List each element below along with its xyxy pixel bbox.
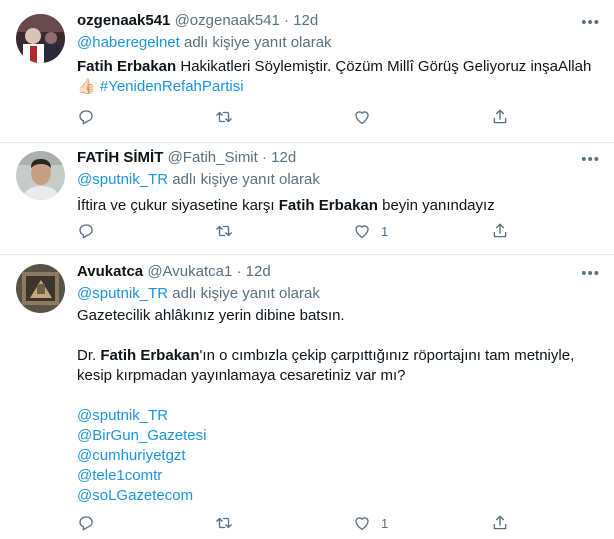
like-icon: [355, 225, 369, 239]
user-handle[interactable]: @Avukatca1: [147, 263, 232, 280]
tweet-text-line: @sputnik_TR: [77, 406, 602, 426]
retweet-icon: [216, 517, 232, 529]
hashtag-link[interactable]: #YenidenRefahPartisi: [100, 78, 244, 95]
tweet-text: Fatih Erbakan Hakikatleri Söylemiştir. Ç…: [77, 57, 602, 97]
timestamp[interactable]: 12d: [271, 149, 296, 166]
tweet-text-line: @soLGazetecom: [77, 486, 602, 506]
retweet-icon: [216, 225, 232, 237]
share-icon: [493, 223, 507, 238]
user-handle[interactable]: @Fatih_Simit: [168, 149, 258, 166]
action-bar: 1: [77, 513, 517, 533]
reply-button[interactable]: [77, 107, 95, 127]
share-button[interactable]: [491, 107, 509, 127]
like-button[interactable]: 1: [353, 221, 388, 241]
tweet[interactable]: ••• Avukatca @Avukatca1 · 12d @sputnik_T…: [0, 255, 614, 539]
like-button[interactable]: [353, 107, 381, 127]
text-span: Fatih Erbakan: [278, 197, 378, 214]
tweet-header: Avukatca @Avukatca1 · 12d: [77, 262, 602, 282]
reply-context: @sputnik_TR adlı kişiye yanıt olarak: [77, 170, 602, 190]
tweet-text-line: 👍🏻 #YenidenRefahPartisi: [77, 77, 602, 97]
tweet-text-line: @BirGun_Gazetesi: [77, 426, 602, 446]
text-span: beyin yanındayız: [377, 197, 495, 214]
display-name[interactable]: Avukatca: [77, 263, 143, 280]
share-icon: [493, 109, 507, 124]
mention-link[interactable]: @sputnik_TR: [77, 407, 168, 424]
like-button[interactable]: 1: [353, 513, 388, 533]
text-span: Gazetecilik ahlâkınız yerin dibine batsı…: [77, 307, 345, 324]
retweet-button[interactable]: [215, 107, 233, 127]
text-span: Fatih Erbakan: [77, 58, 177, 75]
text-span: 'ın o cımbızla çekip çarpıttığınız röpor…: [199, 347, 575, 364]
reply-to-label: adlı kişiye yanıt olarak: [179, 34, 332, 51]
text-span: Dr.: [77, 347, 101, 364]
reply-context: @sputnik_TR adlı kişiye yanıt olarak: [77, 284, 602, 304]
reply-context: @haberegelnet adlı kişiye yanıt olarak: [77, 33, 602, 53]
thumbs-up-emoji: 👍🏻: [77, 78, 100, 95]
tweet-text: İftira ve çukur siyasetine karşı Fatih E…: [77, 196, 602, 216]
tweet-text: Gazetecilik ahlâkınız yerin dibine batsı…: [77, 306, 602, 506]
tweet-text-line: Dr. Fatih Erbakan'ın o cımbızla çekip ça…: [77, 346, 602, 366]
text-span: kesip kırpmadan yayınlamaya cesaretiniz …: [77, 367, 406, 384]
separator-dot: ·: [284, 12, 290, 29]
tweet-text-line: Fatih Erbakan Hakikatleri Söylemiştir. Ç…: [77, 57, 602, 77]
reply-icon: [79, 516, 93, 531]
text-span: İftira ve çukur siyasetine karşı: [77, 197, 279, 214]
reply-icon: [79, 110, 93, 125]
display-name[interactable]: FATİH SİMİT: [77, 149, 163, 166]
retweet-button[interactable]: [215, 221, 233, 241]
separator-dot: ·: [261, 149, 267, 166]
text-span: Fatih Erbakan: [100, 347, 200, 364]
tweet-text-line: @tele1comtr: [77, 466, 602, 486]
reply-to-handle[interactable]: @sputnik_TR: [77, 171, 168, 188]
avatar[interactable]: [16, 151, 65, 200]
action-bar: 1: [77, 221, 517, 241]
tweet-text-line: kesip kırpmadan yayınlamaya cesaretiniz …: [77, 366, 602, 386]
reply-to-handle[interactable]: @haberegelnet: [77, 34, 180, 51]
like-icon: [355, 111, 369, 125]
timestamp[interactable]: 12d: [293, 12, 318, 29]
reply-button[interactable]: [77, 513, 95, 533]
like-icon: [355, 517, 369, 531]
tweet-text-line: @cumhuriyetgzt: [77, 446, 602, 466]
share-button[interactable]: [491, 221, 509, 241]
mention-link[interactable]: @soLGazetecom: [77, 487, 193, 504]
mention-link[interactable]: @cumhuriyetgzt: [77, 447, 186, 464]
timestamp[interactable]: 12d: [246, 263, 271, 280]
avatar[interactable]: [16, 264, 65, 313]
action-bar: [77, 107, 517, 127]
reply-button[interactable]: [77, 221, 95, 241]
separator-dot: ·: [236, 263, 242, 280]
tweet-header: ozgenaak541 @ozgenaak541 · 12d: [77, 11, 602, 31]
mention-link[interactable]: @BirGun_Gazetesi: [77, 427, 206, 444]
retweet-button[interactable]: [215, 513, 233, 533]
text-span: Hakikatleri Söylemiştir. Çözüm Millî Gör…: [176, 58, 592, 75]
share-icon: [493, 515, 507, 530]
avatar[interactable]: [16, 14, 65, 63]
tweet-text-line: Gazetecilik ahlâkınız yerin dibine batsı…: [77, 306, 602, 326]
reply-to-handle[interactable]: @sputnik_TR: [77, 285, 168, 302]
mention-link[interactable]: @tele1comtr: [77, 467, 162, 484]
like-count: 1: [381, 223, 389, 239]
reply-to-label: adlı kişiye yanıt olarak: [168, 171, 320, 188]
user-handle[interactable]: @ozgenaak541: [175, 12, 280, 29]
display-name[interactable]: ozgenaak541: [77, 12, 170, 29]
tweet-text-line: İftira ve çukur siyasetine karşı Fatih E…: [77, 196, 602, 216]
tweet-header: FATİH SİMİT @Fatih_Simit · 12d: [77, 148, 602, 168]
share-button[interactable]: [491, 513, 509, 533]
reply-to-label: adlı kişiye yanıt olarak: [168, 285, 320, 302]
like-count: 1: [381, 515, 389, 531]
tweet[interactable]: ••• FATİH SİMİT @Fatih_Simit · 12d @sput…: [0, 143, 614, 255]
retweet-icon: [216, 111, 232, 123]
reply-icon: [79, 224, 93, 239]
tweet[interactable]: ••• ozgenaak541 @ozgenaak541 · 12d @habe…: [0, 0, 614, 143]
